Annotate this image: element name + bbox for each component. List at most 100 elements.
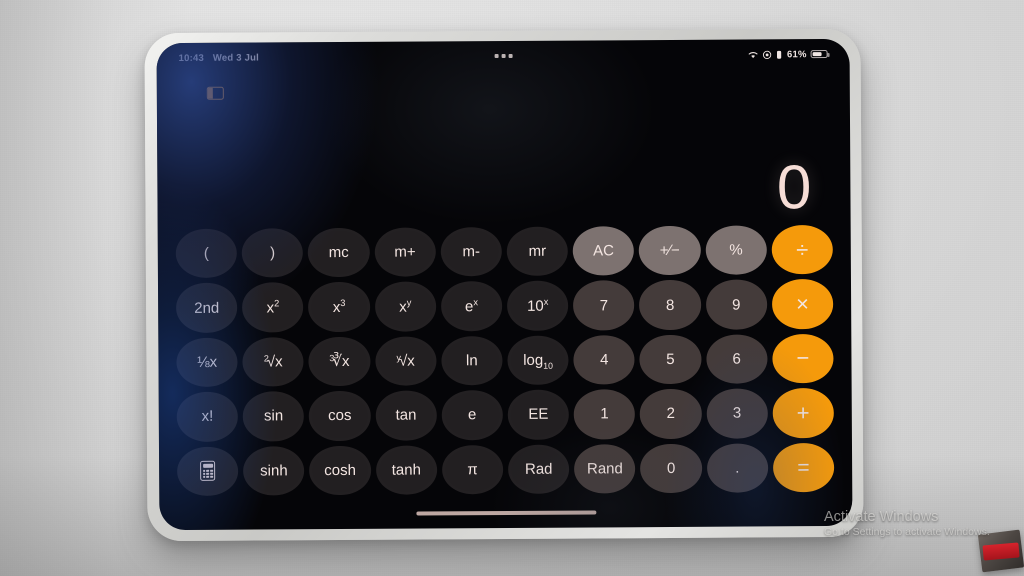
three-dots-icon[interactable] (494, 54, 513, 58)
key-cos[interactable]: cos (309, 391, 371, 441)
key-random[interactable]: Rand (574, 443, 636, 494)
key-sinh-label: sinh (260, 462, 288, 480)
key-subtract-label: − (796, 345, 810, 371)
key-add-label: + (796, 400, 810, 426)
key-7[interactable]: 7 (573, 280, 635, 331)
key-9[interactable]: 9 (705, 279, 768, 330)
key-1[interactable]: 1 (573, 389, 636, 440)
key-square-root[interactable]: 2 √x (242, 337, 305, 387)
key-5[interactable]: 5 (639, 334, 702, 385)
key-divide[interactable]: ÷ (771, 224, 833, 275)
key-memory-recall[interactable]: mr (506, 226, 569, 277)
key-basic-mode[interactable] (176, 446, 239, 496)
key-decimal[interactable]: . (706, 442, 769, 493)
key-5-label: 5 (666, 350, 675, 368)
battery-percent-label: 61% (786, 48, 807, 60)
key-3[interactable]: 3 (706, 388, 768, 439)
key-percent[interactable]: % (705, 225, 767, 276)
key-radians[interactable]: Rad (507, 444, 570, 494)
key-sign-toggle-label: +∕− (659, 242, 680, 260)
tablet-device: 10:43 Wed 3 Jul 61% 0 () mc m+ m- mr AC… (144, 28, 864, 542)
key-exp-ten[interactable]: 10x (506, 280, 569, 331)
key-decimal-label: . (735, 459, 740, 477)
key-nth-root-label: y √x (396, 352, 415, 370)
key-radians-label: Rad (524, 460, 553, 478)
key-exp-e-label: ex (464, 296, 479, 315)
key-second-function[interactable]: 2nd (175, 283, 238, 333)
display-value: 0 (776, 153, 811, 223)
status-bar: 10:43 Wed 3 Jul 61% (157, 39, 850, 73)
key-power[interactable]: xy (374, 281, 437, 332)
battery-fill (812, 51, 822, 57)
photo-scene: 10:43 Wed 3 Jul 61% 0 () mc m+ m- mr AC… (0, 0, 1024, 576)
keypad-row: sinh cosh tanh π Rad Rand 0. = (176, 442, 835, 496)
key-square[interactable]: x2 (242, 282, 304, 333)
key-tanh[interactable]: tanh (375, 445, 438, 495)
key-scientific-notation-label: EE (528, 406, 549, 424)
key-exp-ten-label: 10x (526, 296, 549, 315)
status-bar-left: 10:43 Wed 3 Jul (179, 52, 259, 63)
key-2[interactable]: 2 (640, 388, 702, 439)
key-factorial-label: x! (201, 408, 214, 426)
key-random-label: Rand (586, 460, 623, 478)
key-memory-add[interactable]: m+ (374, 227, 436, 278)
key-cube[interactable]: x3 (308, 282, 370, 332)
status-bar-date: Wed 3 Jul (212, 51, 259, 64)
key-cos-label: cos (328, 407, 352, 425)
key-tan[interactable]: tan (375, 390, 437, 441)
key-memory-subtract-label: m- (462, 243, 480, 261)
key-log-base-ten-label: log10 (523, 351, 553, 371)
tablet-screen: 10:43 Wed 3 Jul 61% 0 () mc m+ m- mr AC… (156, 38, 853, 531)
key-close-paren-label: ) (270, 244, 276, 262)
split-view-icon[interactable] (206, 86, 224, 100)
key-0[interactable]: 0 (640, 443, 702, 494)
key-sin[interactable]: sin (242, 391, 305, 442)
key-6-label: 6 (732, 350, 741, 368)
key-4[interactable]: 4 (573, 334, 636, 385)
key-divide-label: ÷ (796, 236, 809, 262)
key-log-base-ten[interactable]: log10 (507, 335, 569, 386)
key-euler[interactable]: e (441, 390, 503, 440)
key-close-paren[interactable]: ) (241, 228, 304, 278)
keypad-row: () mc m+ m-mr AC +∕−% ÷ (175, 224, 833, 279)
key-cube-label: x3 (332, 297, 346, 316)
key-sin-label: sin (263, 407, 284, 425)
key-equals-label: = (797, 455, 810, 480)
key-open-paren[interactable]: ( (175, 228, 238, 279)
key-sign-toggle[interactable]: +∕− (639, 225, 701, 276)
key-8[interactable]: 8 (639, 280, 701, 330)
key-square-root-label: 2 √x (263, 353, 283, 371)
key-factorial[interactable]: x! (176, 391, 239, 442)
key-cube-root[interactable]: 3 ∛x (308, 336, 371, 387)
wifi-icon (748, 50, 759, 59)
key-all-clear-label: AC (593, 242, 615, 260)
key-nth-root[interactable]: y √x (374, 336, 437, 386)
status-bar-center[interactable] (259, 53, 748, 59)
key-all-clear[interactable]: AC (572, 226, 635, 276)
desk-object-red-key (982, 542, 1020, 561)
key-multiply[interactable]: × (771, 279, 834, 330)
watermark-subtitle: Go to Settings to activate Windows. (824, 526, 990, 539)
key-cosh[interactable]: cosh (309, 445, 371, 496)
key-exp-e[interactable]: ex (440, 281, 503, 332)
cellular-icon (776, 50, 783, 59)
key-open-paren-label: ( (203, 244, 209, 263)
key-subtract[interactable]: − (772, 333, 834, 384)
key-add[interactable]: + (772, 388, 834, 438)
key-natural-log[interactable]: ln (441, 335, 503, 386)
key-pi[interactable]: π (441, 444, 504, 495)
split-view-right-pane (213, 88, 223, 99)
key-memory-clear[interactable]: mc (308, 227, 370, 278)
key-9-label: 9 (732, 296, 741, 314)
key-tan-label: tan (395, 406, 417, 425)
key-memory-subtract[interactable]: m- (440, 227, 502, 277)
key-scientific-notation[interactable]: EE (507, 389, 570, 440)
key-sinh[interactable]: sinh (243, 445, 305, 496)
key-6[interactable]: 6 (705, 334, 768, 384)
keypad-row: 2nd x2 x3 xy ex 10x 7 8 9 × (175, 279, 834, 333)
key-equals[interactable]: = (772, 442, 835, 493)
key-reciprocal[interactable]: ⅛x (176, 337, 238, 388)
battery-icon (810, 49, 828, 59)
key-second-function-label: 2nd (194, 299, 220, 317)
keypad-row: x! sin cos tan e EE 1 2 3 + (176, 388, 834, 442)
